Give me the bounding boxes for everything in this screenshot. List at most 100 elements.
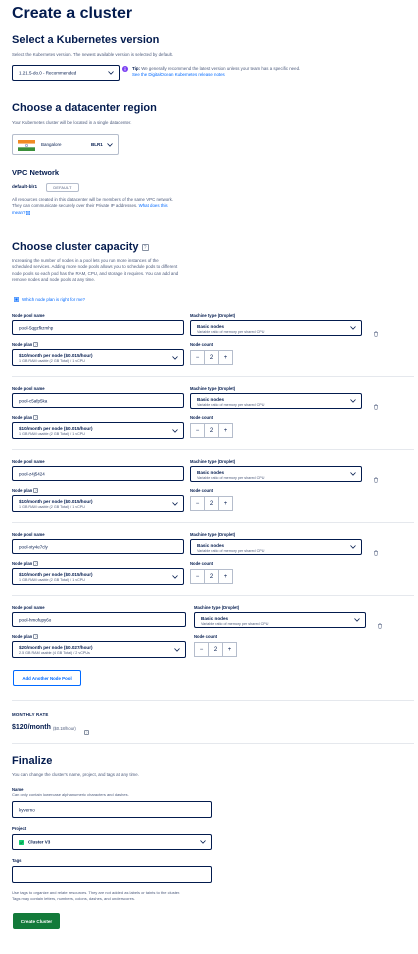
node-plan-select[interactable]: $10/month per node ($0.015/hour) 1 GB RA…	[12, 422, 184, 439]
node-plan-label: Node plan ?	[12, 342, 39, 348]
node-count-label: Node count	[190, 342, 214, 347]
node-count-stepper[interactable]: − 2 +	[190, 569, 233, 584]
machine-type-label: Machine type (Droplet)	[190, 313, 236, 318]
node-pool-name-value: pool-c5afp5ka	[19, 398, 48, 403]
chevron-down-icon	[354, 618, 360, 622]
node-count-value[interactable]: 2	[204, 350, 219, 365]
capacity-description: Increasing the number of nodes in a pool…	[12, 258, 178, 284]
help-icon[interactable]: ?	[33, 561, 39, 567]
vpc-what-link[interactable]: What does this	[139, 203, 168, 208]
vpc-default-badge: DEFAULT	[46, 183, 79, 192]
node-plan-value: $10/month per node ($0.015/hour)	[19, 499, 93, 504]
chevron-down-icon	[200, 840, 206, 844]
add-node-pool-button[interactable]: Add Another Node Pool	[13, 670, 81, 686]
node-count-value[interactable]: 2	[208, 642, 223, 657]
india-flag-icon	[18, 140, 35, 151]
machine-type-label: Machine type (Droplet)	[190, 386, 236, 391]
increment-button[interactable]: +	[222, 642, 237, 657]
node-pool-name-input[interactable]: pool-hmofupy6o	[12, 612, 186, 627]
increment-button[interactable]: +	[218, 496, 233, 511]
node-plan-select[interactable]: $10/month per node ($0.015/hour) 1 GB RA…	[12, 568, 184, 585]
node-plan-subtext: 1 GB RAM usable (2 GB Total) / 1 vCPU	[19, 359, 85, 363]
node-plan-help-link[interactable]: Which node plan is right for me?	[22, 297, 85, 302]
machine-type-select[interactable]: Basic nodes Variable ratio of memory per…	[190, 393, 362, 409]
machine-type-value: Basic nodes	[197, 470, 225, 475]
tags-input[interactable]	[12, 866, 212, 883]
machine-type-select[interactable]: Basic nodes Variable ratio of memory per…	[190, 539, 362, 555]
decrement-button[interactable]: −	[190, 569, 205, 584]
hourly-rate: ($0.18/hour)	[53, 726, 76, 731]
node-count-stepper[interactable]: − 2 +	[194, 642, 237, 657]
node-plan-label: Node plan ?	[12, 634, 39, 640]
vpc-mean-link[interactable]: mean?	[12, 210, 25, 215]
node-pool-name-input[interactable]: pool-xty4e7cly	[12, 539, 184, 554]
release-notes-link[interactable]: See the DigitalOcean Kubernetes release …	[132, 72, 225, 77]
machine-type-select[interactable]: Basic nodes Variable ratio of memory per…	[190, 320, 362, 336]
machine-type-value: Basic nodes	[197, 324, 225, 329]
node-count-value[interactable]: 2	[204, 569, 219, 584]
machine-type-subtext: Variable ratio of memory per shared CPU	[197, 403, 265, 407]
node-pool-name-input[interactable]: pool-z4j5424	[12, 466, 184, 481]
trash-icon[interactable]	[373, 397, 379, 410]
trash-icon[interactable]	[373, 543, 379, 556]
help-icon[interactable]: ?	[141, 243, 149, 251]
node-count-stepper[interactable]: − 2 +	[190, 350, 233, 365]
k8s-description: Select the Kubernetes version. The newes…	[12, 52, 174, 57]
trash-icon[interactable]	[373, 324, 379, 337]
node-count-stepper[interactable]: − 2 +	[190, 496, 233, 511]
info-icon	[122, 66, 128, 72]
node-plan-value: $20/month per node ($0.027/hour)	[19, 645, 93, 650]
node-pool-name-label: Node pool name	[12, 605, 45, 610]
cluster-name-input[interactable]: kyverno	[12, 801, 212, 818]
node-plan-select[interactable]: $20/month per node ($0.027/hour) 2.5 GB …	[12, 641, 186, 658]
node-plan-label-text: Node plan	[12, 561, 33, 566]
machine-type-select[interactable]: Basic nodes Variable ratio of memory per…	[190, 466, 362, 482]
machine-type-label: Machine type (Droplet)	[194, 605, 240, 610]
project-icon	[19, 840, 24, 845]
machine-type-value: Basic nodes	[197, 543, 225, 548]
machine-type-select[interactable]: Basic nodes Variable ratio of memory per…	[194, 612, 366, 628]
increment-button[interactable]: +	[218, 350, 233, 365]
decrement-button[interactable]: −	[190, 350, 205, 365]
plan-help-icon	[14, 297, 19, 302]
help-icon[interactable]: ?	[33, 488, 39, 494]
divider	[12, 595, 414, 596]
tags-hint-line: Use tags to organize and relate resource…	[12, 890, 181, 895]
divider	[12, 376, 414, 377]
chevron-down-icon	[172, 355, 178, 360]
tags-label: Tags	[12, 858, 22, 863]
help-icon[interactable]: ?	[33, 415, 39, 421]
region-name: Bangalore	[41, 142, 62, 147]
node-count-stepper[interactable]: − 2 +	[190, 423, 233, 438]
node-pool-name-value: pool-xty4e7cly	[19, 544, 48, 549]
create-cluster-button[interactable]: Create Cluster	[13, 913, 60, 929]
help-icon[interactable]: ?	[33, 342, 39, 348]
decrement-button[interactable]: −	[190, 496, 205, 511]
node-pool-name-input[interactable]: pool-c5afp5ka	[12, 393, 184, 408]
vpc-description: All resources created in this datacenter…	[12, 197, 173, 216]
increment-button[interactable]: +	[218, 423, 233, 438]
decrement-button[interactable]: −	[194, 642, 209, 657]
divider	[12, 700, 414, 701]
increment-button[interactable]: +	[218, 569, 233, 584]
project-select[interactable]: Cluster V3	[12, 834, 212, 850]
chevron-down-icon	[172, 501, 178, 506]
machine-type-value: Basic nodes	[197, 397, 225, 402]
node-count-value[interactable]: 2	[204, 496, 219, 511]
chevron-down-icon	[174, 647, 180, 652]
node-pool-name-input[interactable]: pool-5qgzfkzmhp	[12, 320, 184, 335]
decrement-button[interactable]: −	[190, 423, 205, 438]
node-plan-subtext: 1 GB RAM usable (2 GB Total) / 1 vCPU	[19, 432, 85, 436]
k8s-version-select[interactable]: 1.21.5-do.0 - Recommended	[12, 65, 120, 81]
node-plan-select[interactable]: $10/month per node ($0.015/hour) 1 GB RA…	[12, 495, 184, 512]
trash-icon[interactable]	[373, 470, 379, 483]
node-count-value[interactable]: 2	[204, 423, 219, 438]
node-pool-name-label: Node pool name	[12, 386, 45, 391]
machine-type-subtext: Variable ratio of memory per shared CPU	[201, 622, 269, 626]
rate-help-icon[interactable]: ?	[84, 724, 89, 742]
trash-icon[interactable]	[377, 616, 383, 629]
region-select[interactable]: Bangalore BLR1	[12, 134, 119, 155]
node-plan-label-text: Node plan	[12, 488, 33, 493]
help-icon[interactable]: ?	[33, 634, 39, 640]
node-plan-select[interactable]: $10/month per node ($0.015/hour) 1 GB RA…	[12, 349, 184, 366]
